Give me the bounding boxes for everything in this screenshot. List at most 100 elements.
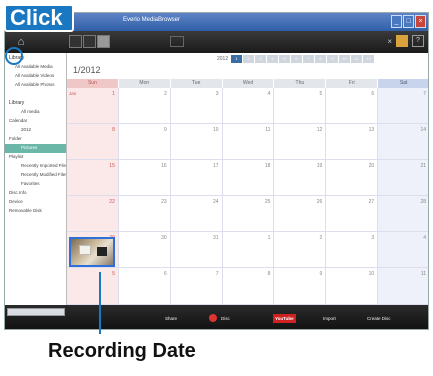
list-view-button[interactable]	[69, 35, 82, 48]
month-tab[interactable]: 1	[231, 55, 242, 63]
horizontal-scrollbar[interactable]	[7, 308, 65, 316]
day-number: 17	[213, 163, 219, 170]
day-header: Mon	[118, 79, 171, 88]
calendar-day[interactable]: 6	[326, 88, 379, 124]
sidebar-item[interactable]: All media	[5, 108, 66, 117]
help-icon[interactable]: ?	[412, 35, 424, 47]
calendar-day[interactable]: 17	[171, 160, 223, 196]
calendar-day[interactable]: 18	[223, 160, 275, 196]
close-button[interactable]: ×	[415, 15, 426, 28]
disc-label: Disc	[221, 316, 230, 321]
day-number: 19	[316, 163, 323, 170]
month-tab[interactable]: 8	[315, 55, 326, 63]
calendar-day[interactable]: 20	[326, 160, 379, 196]
month-tab[interactable]: 11	[351, 55, 362, 63]
calendar-day[interactable]: 6	[119, 268, 171, 304]
recording-date-callout: Recording Date	[48, 340, 196, 362]
sidebar-item[interactable]: 2012	[5, 126, 66, 135]
sidebar-item[interactable]: Removable Disk	[5, 207, 66, 216]
calendar-day[interactable]: 24	[171, 196, 223, 232]
day-number: 21	[420, 163, 427, 170]
calendar-day[interactable]: 23	[119, 196, 171, 232]
sidebar-item[interactable]: Folder	[5, 135, 66, 144]
calendar-day[interactable]: 8	[223, 268, 275, 304]
calendar-day[interactable]: 9	[274, 268, 327, 304]
calendar-day[interactable]: 1	[223, 232, 275, 268]
month-tab[interactable]: 5	[279, 55, 290, 63]
calendar-day[interactable]: 28	[378, 196, 428, 232]
calendar-day[interactable]: 11	[223, 124, 275, 160]
sidebar-item[interactable]: All Available Photos	[5, 81, 66, 90]
day-number: 10	[213, 127, 219, 134]
stage: Everio MediaBrowser _ □ × ⌂ × ? Library	[0, 0, 433, 376]
day-number: 6	[371, 91, 375, 97]
day-number: 1	[267, 235, 271, 242]
sidebar-item[interactable]: Pictures	[5, 144, 66, 153]
calendar-day[interactable]: 15	[67, 160, 119, 196]
clear-icon[interactable]: ×	[387, 37, 392, 46]
share-button[interactable]: Share	[165, 314, 177, 323]
calendar-day[interactable]: 9	[119, 124, 171, 160]
sidebar-item[interactable]: Recently Imported Files	[5, 162, 66, 171]
sidebar-item[interactable]: Playlist	[5, 153, 66, 162]
day-number: 22	[109, 199, 115, 206]
youtube-button[interactable]: YouTube	[273, 314, 296, 323]
calendar-day[interactable]: 5	[67, 268, 119, 304]
calendar-day[interactable]: 13	[326, 124, 379, 160]
calendar-day[interactable]: 12	[274, 124, 327, 160]
sidebar-item[interactable]: Device	[5, 198, 66, 207]
video-thumbnail[interactable]	[69, 237, 115, 268]
import-button[interactable]: Import	[323, 314, 336, 323]
grid-view-button[interactable]	[83, 35, 96, 48]
month-tab[interactable]: 10	[339, 55, 350, 63]
maximize-button[interactable]: □	[403, 15, 414, 28]
month-tab[interactable]: 7	[303, 55, 314, 63]
day-number: 4	[267, 91, 271, 97]
calendar-day[interactable]: 10	[171, 124, 223, 160]
month-tab[interactable]: 9	[327, 55, 338, 63]
calendar-day[interactable]: 14	[378, 124, 428, 160]
sidebar-item[interactable]: All Available Videos	[5, 72, 66, 81]
calendar-day[interactable]: 21	[378, 160, 428, 196]
calendar-day[interactable]: 4	[223, 88, 275, 124]
calendar-day[interactable]: 2	[119, 88, 171, 124]
month-tab[interactable]: 12	[363, 55, 374, 63]
calendar-day[interactable]: 16	[119, 160, 171, 196]
month-tab[interactable]: 3	[255, 55, 266, 63]
sidebar-item[interactable]: Disc Info	[5, 189, 66, 198]
month-tab[interactable]: 2	[243, 55, 254, 63]
calendar-day[interactable]: 5	[274, 88, 327, 124]
display-icon[interactable]	[170, 36, 184, 47]
minimize-button[interactable]: _	[391, 15, 402, 28]
calendar-view-button[interactable]	[97, 35, 110, 48]
calendar-day[interactable]: 30	[119, 232, 171, 268]
disc-icon[interactable]	[209, 314, 217, 322]
tile-icon[interactable]	[396, 35, 408, 47]
sidebar-item[interactable]: Favorites	[5, 180, 66, 189]
calendar-week: 8 9 10 11 12 13 14	[67, 124, 428, 161]
sidebar-item[interactable]: Calendar	[5, 117, 66, 126]
day-number: 2	[319, 235, 323, 242]
month-tab[interactable]: 6	[291, 55, 302, 63]
month-tab[interactable]: 4	[267, 55, 278, 63]
calendar-day[interactable]: 25	[223, 196, 275, 232]
calendar-day[interactable]: 7	[378, 88, 428, 124]
calendar-day[interactable]: 29	[67, 232, 119, 268]
calendar-day[interactable]: 7	[171, 268, 223, 304]
calendar-day[interactable]: 2	[274, 232, 327, 268]
calendar-day[interactable]: 22	[67, 196, 119, 232]
create-disc-button[interactable]: Create Disc	[367, 314, 391, 323]
calendar-day[interactable]: 4	[378, 232, 428, 268]
calendar-day[interactable]: 3	[326, 232, 379, 268]
sidebar-item[interactable]: Recently Modified Files	[5, 171, 66, 180]
day-number: 13	[368, 127, 375, 134]
calendar-day[interactable]: 10	[326, 268, 379, 304]
calendar-day[interactable]: 26	[274, 196, 327, 232]
calendar-day[interactable]: 1 Jan	[67, 88, 119, 124]
calendar-day[interactable]: 27	[326, 196, 379, 232]
calendar-day[interactable]: 8	[67, 124, 119, 160]
calendar-day[interactable]: 3	[171, 88, 223, 124]
calendar-day[interactable]: 11	[378, 268, 428, 304]
calendar-day[interactable]: 19	[274, 160, 327, 196]
calendar-day[interactable]: 31	[171, 232, 223, 268]
